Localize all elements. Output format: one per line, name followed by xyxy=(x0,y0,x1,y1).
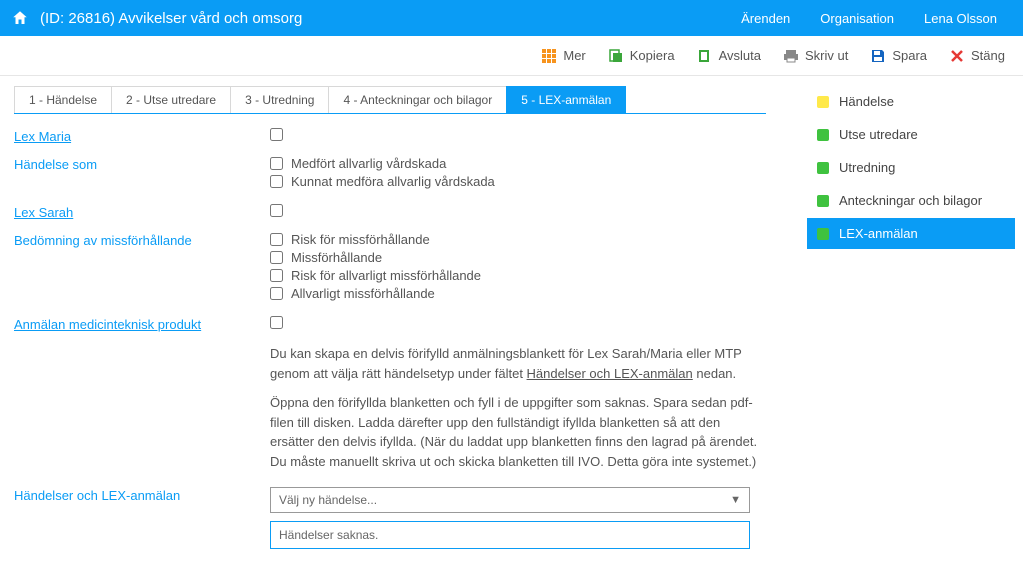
field-handelse-som: Händelse som Medfört allvarlig vårdskada… xyxy=(14,156,766,192)
opt-miss: Missförhållande xyxy=(291,250,382,265)
more-button[interactable]: Mer xyxy=(541,48,585,64)
side-label-lex-anmalan: LEX-anmälan xyxy=(839,226,918,241)
close-icon xyxy=(949,48,965,64)
nav-user[interactable]: Lena Olsson xyxy=(924,11,997,26)
content-wrap: 1 - Händelse 2 - Utse utredare 3 - Utred… xyxy=(0,76,1023,571)
close-case-button[interactable]: Avsluta xyxy=(697,48,761,64)
field-handelser-lex: Händelser och LEX-anmälan Välj ny händel… xyxy=(14,487,766,549)
toolbar: Mer Kopiera Avsluta Skriv ut Spara Stäng xyxy=(0,36,1023,76)
nav-arenden[interactable]: Ärenden xyxy=(741,11,790,26)
field-bedomning: Bedömning av missförhållande Risk för mi… xyxy=(14,232,766,304)
checkbox-medicin[interactable] xyxy=(270,316,283,329)
close-case-label: Avsluta xyxy=(719,48,761,63)
copy-label: Kopiera xyxy=(630,48,675,63)
tabs: 1 - Händelse 2 - Utse utredare 3 - Utred… xyxy=(14,86,766,114)
dropdown-handelser-lex[interactable]: Välj ny händelse... ▼ xyxy=(270,487,750,513)
tab-utse-utredare[interactable]: 2 - Utse utredare xyxy=(111,86,231,113)
close-label: Stäng xyxy=(971,48,1005,63)
opt-risk-allvarligt: Risk för allvarligt missförhållande xyxy=(291,268,481,283)
checkbox-risk-miss[interactable] xyxy=(270,233,283,246)
label-medicin[interactable]: Anmälan medicinteknisk produkt xyxy=(14,316,270,332)
label-handelser-lex[interactable]: Händelser och LEX-anmälan xyxy=(14,487,270,503)
label-handelse-som[interactable]: Händelse som xyxy=(14,156,270,172)
status-icon xyxy=(817,228,829,240)
side-label-handelse: Händelse xyxy=(839,94,894,109)
side-anteckningar[interactable]: Anteckningar och bilagor xyxy=(807,185,1015,216)
side-label-utse-utredare: Utse utredare xyxy=(839,127,918,142)
main-form: 1 - Händelse 2 - Utse utredare 3 - Utred… xyxy=(0,76,780,571)
print-label: Skriv ut xyxy=(805,48,848,63)
door-icon xyxy=(697,48,713,64)
close-button[interactable]: Stäng xyxy=(949,48,1005,64)
tab-anteckningar[interactable]: 4 - Anteckningar och bilagor xyxy=(328,86,507,113)
label-lex-sarah[interactable]: Lex Sarah xyxy=(14,204,270,220)
opt-risk-miss: Risk för missförhållande xyxy=(291,232,430,247)
label-lex-maria[interactable]: Lex Maria xyxy=(14,128,270,144)
info-p1u: Händelser och LEX-anmälan xyxy=(527,366,693,381)
checkbox-lex-sarah[interactable] xyxy=(270,204,283,217)
status-icon xyxy=(817,195,829,207)
copy-button[interactable]: Kopiera xyxy=(608,48,675,64)
side-utse-utredare[interactable]: Utse utredare xyxy=(807,119,1015,150)
copy-icon xyxy=(608,48,624,64)
checkbox-risk-allvarligt[interactable] xyxy=(270,269,283,282)
checkbox-allvarligt[interactable] xyxy=(270,287,283,300)
opt-medfort-vardskada: Medfört allvarlig vårdskada xyxy=(291,156,446,171)
grid-icon xyxy=(541,48,557,64)
message-handelser-saknas: Händelser saknas. xyxy=(270,521,750,549)
side-handelse[interactable]: Händelse xyxy=(807,86,1015,117)
tab-handelse[interactable]: 1 - Händelse xyxy=(14,86,112,113)
more-label: Mer xyxy=(563,48,585,63)
side-label-utredning: Utredning xyxy=(839,160,895,175)
tab-utredning[interactable]: 3 - Utredning xyxy=(230,86,329,113)
dropdown-placeholder: Välj ny händelse... xyxy=(279,493,377,507)
chevron-down-icon: ▼ xyxy=(730,494,741,506)
field-lex-sarah: Lex Sarah xyxy=(14,204,766,220)
status-icon xyxy=(817,129,829,141)
opt-kunnat-medfora: Kunnat medföra allvarlig vårdskada xyxy=(291,174,495,189)
printer-icon xyxy=(783,48,799,64)
info-text: Du kan skapa en delvis förifylld anmälni… xyxy=(14,344,766,471)
page-title: (ID: 26816) Avvikelser vård och omsorg xyxy=(40,10,741,27)
checkbox-lex-maria[interactable] xyxy=(270,128,283,141)
field-lex-maria: Lex Maria xyxy=(14,128,766,144)
label-bedomning[interactable]: Bedömning av missförhållande xyxy=(14,232,270,248)
checkbox-medfort-vardskada[interactable] xyxy=(270,157,283,170)
checkbox-kunnat-medfora[interactable] xyxy=(270,175,283,188)
info-p1b: nedan. xyxy=(693,366,736,381)
home-icon[interactable] xyxy=(10,8,30,28)
side-panel: Händelse Utse utredare Utredning Anteckn… xyxy=(801,76,1021,571)
save-label: Spara xyxy=(892,48,927,63)
status-icon xyxy=(817,162,829,174)
save-icon xyxy=(870,48,886,64)
tab-lex-anmalan[interactable]: 5 - LEX-anmälan xyxy=(506,86,626,113)
nav-organisation[interactable]: Organisation xyxy=(820,11,894,26)
side-utredning[interactable]: Utredning xyxy=(807,152,1015,183)
print-button[interactable]: Skriv ut xyxy=(783,48,848,64)
header-bar: (ID: 26816) Avvikelser vård och omsorg Ä… xyxy=(0,0,1023,36)
opt-allvarligt: Allvarligt missförhållande xyxy=(291,286,435,301)
side-label-anteckningar: Anteckningar och bilagor xyxy=(839,193,982,208)
checkbox-miss[interactable] xyxy=(270,251,283,264)
side-lex-anmalan[interactable]: LEX-anmälan xyxy=(807,218,1015,249)
status-icon xyxy=(817,96,829,108)
save-button[interactable]: Spara xyxy=(870,48,927,64)
info-p2: Öppna den förifyllda blanketten och fyll… xyxy=(270,393,766,471)
field-medicin: Anmälan medicinteknisk produkt xyxy=(14,316,766,332)
header-nav: Ärenden Organisation Lena Olsson xyxy=(741,11,1013,26)
